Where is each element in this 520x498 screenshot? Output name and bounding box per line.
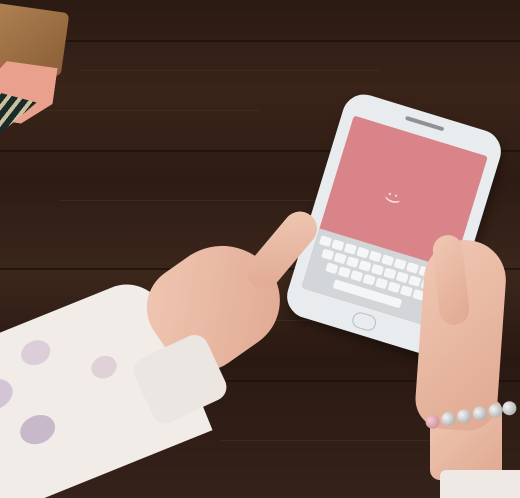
- flower-pattern: [0, 373, 18, 417]
- wood-grain: [80, 70, 380, 71]
- bracelet-bead: [424, 413, 441, 430]
- flower-pattern: [15, 409, 60, 450]
- wood-grain: [220, 440, 440, 441]
- photo-scene: :): [0, 0, 520, 498]
- coaster: [0, 2, 81, 153]
- phone-speaker: [404, 115, 445, 132]
- right-sleeve: [440, 470, 520, 498]
- bracelet-bead: [455, 408, 473, 425]
- plank-seam: [0, 40, 520, 42]
- smiley-text: :): [382, 189, 405, 207]
- bracelet-bead: [471, 405, 488, 422]
- flower-pattern: [17, 335, 55, 370]
- flower-pattern: [87, 352, 121, 383]
- bracelet-bead: [487, 402, 504, 419]
- bracelet-bead: [501, 400, 518, 417]
- bracelet-bead: [440, 410, 457, 428]
- home-button: [350, 310, 378, 333]
- wood-grain: [60, 200, 320, 201]
